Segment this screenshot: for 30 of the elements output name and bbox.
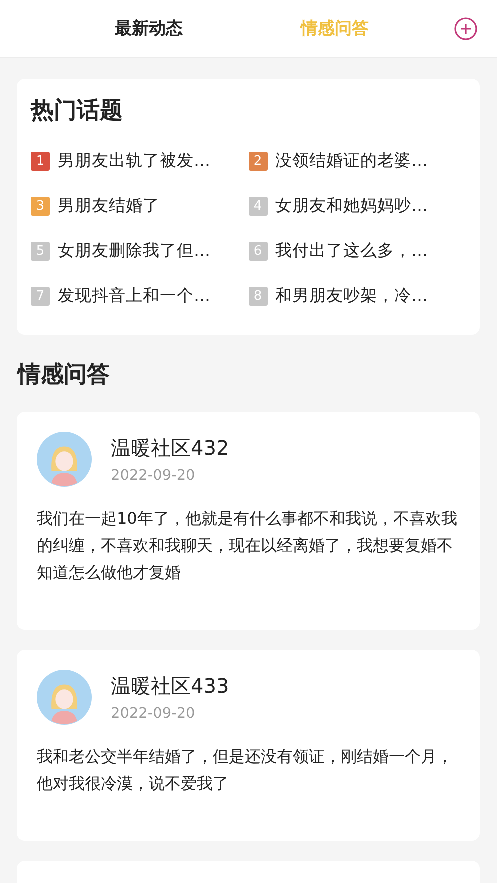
topic-link[interactable]: 男朋友出轨了被发…	[58, 148, 210, 174]
topic-link[interactable]: 女朋友和她妈妈吵…	[276, 193, 428, 219]
rank-badge: 8	[248, 286, 268, 306]
topic-link[interactable]: 没领结婚证的老婆…	[276, 148, 428, 174]
post-text: 我和老公交半年结婚了，但是还没有领证，刚结婚一个月，他对我很冷漠，说不爱我了	[37, 746, 454, 795]
avatar-icon	[37, 670, 92, 725]
post-card[interactable]: 温暖社区433 2022-09-20 我和老公交半年结婚了，但是还没有领证，刚结婚一个月，他对我很冷漠，说不爱我了	[17, 650, 480, 841]
author-name: 温暖社区433	[111, 673, 230, 700]
avatar-icon	[37, 432, 92, 487]
post-date: 2022-09-20	[111, 468, 196, 484]
section-title: 热门话题	[31, 97, 124, 126]
topic-link[interactable]: 女朋友删除我了但…	[58, 238, 210, 264]
topic-link[interactable]: 发现抖音上和一个…	[58, 283, 210, 309]
rank-badge: 6	[248, 242, 268, 260]
rank-badge: 7	[31, 286, 50, 306]
rank-badge: 5	[31, 242, 50, 260]
tab[interactable]: 最新动态	[115, 13, 183, 44]
author-name: 温暖社区432	[111, 435, 230, 462]
rank-badge: 1	[31, 152, 50, 170]
topic-link[interactable]: 男朋友结婚了	[58, 193, 160, 219]
rank-badge: 2	[248, 152, 268, 170]
topic-link[interactable]: 我付出了这么多，…	[276, 238, 428, 264]
rank-badge: 4	[248, 196, 268, 216]
section-title: 情感问答	[18, 361, 111, 390]
post-text: 我们在一起10年了，他就是有什么事都不和我说，不喜欢我的纠缠，不喜欢和我聊天，现在以经离婚了，我想要复婚不知道怎么做他才复婚	[37, 508, 458, 584]
post-date: 2022-09-20	[111, 706, 196, 722]
post-card[interactable]: 温暖社区432 2022-09-20 我们在一起10年了，他就是有什么事都不和我说，不喜欢我的纠缠，不喜欢和我聊天，现在以经离婚了，我想要复婚不知道怎么做他才复婚	[17, 412, 480, 630]
add-icon[interactable]	[454, 16, 478, 40]
topic-link[interactable]: 和男朋友吵架，冷…	[276, 283, 428, 309]
rank-badge: 3	[31, 196, 50, 216]
